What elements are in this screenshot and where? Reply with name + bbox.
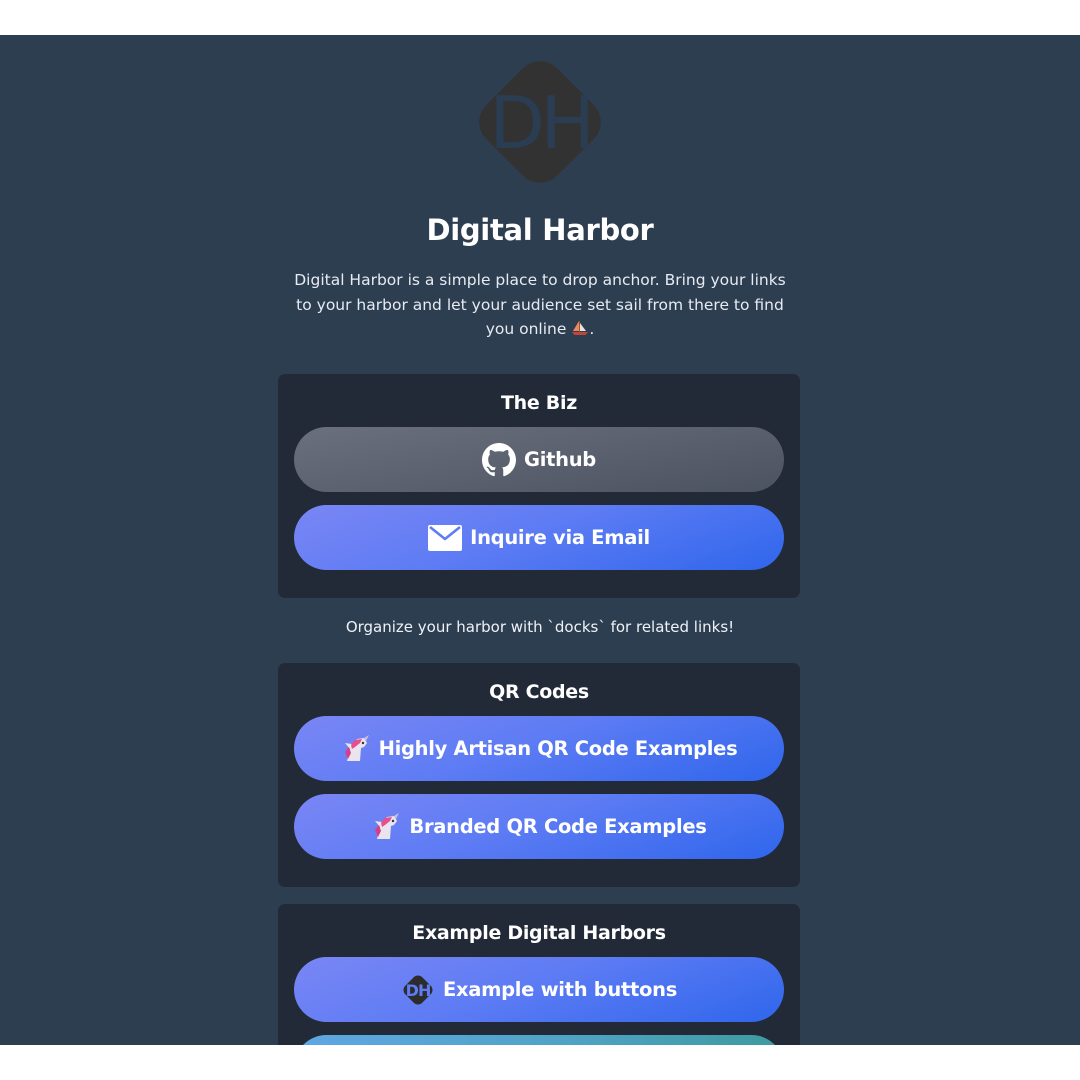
svg-text:DH: DH	[406, 981, 431, 1000]
description-text: Digital Harbor is a simple place to drop…	[294, 271, 786, 338]
page-description: Digital Harbor is a simple place to drop…	[290, 268, 790, 342]
digital-harbor-logo-icon: DH	[401, 973, 435, 1007]
artisan-qr-examples-button[interactable]: Highly Artisan QR Code Examples	[294, 716, 784, 781]
description-end: .	[589, 320, 595, 338]
dock-title: Example Digital Harbors	[412, 922, 666, 944]
inquire-email-button[interactable]: Inquire via Email	[294, 505, 784, 570]
unicorn-icon	[341, 734, 371, 763]
example-with-buttons-label: Example with buttons	[442, 978, 678, 1001]
branded-qr-examples-button[interactable]: Branded QR Code Examples	[294, 794, 784, 859]
sailboat-icon	[571, 319, 589, 335]
docks-hint-text: Organize your harbor with `docks` for re…	[345, 618, 735, 636]
envelope-icon	[428, 524, 463, 552]
svg-text:DH: DH	[489, 81, 591, 165]
inquire-email-label: Inquire via Email	[470, 526, 650, 549]
branded-qr-examples-label: Branded QR Code Examples	[409, 815, 707, 838]
unicorn-icon	[371, 812, 401, 841]
dock-title: The Biz	[501, 392, 577, 414]
digital-harbor-logo-icon: DH	[469, 51, 611, 193]
page-frame: DH Digital Harbor Digital Harbor is a si…	[0, 35, 1080, 1045]
dock-example-digital-harbors: Example Digital Harbors DH Example with …	[278, 904, 800, 1045]
github-icon	[482, 442, 517, 477]
artisan-qr-examples-label: Highly Artisan QR Code Examples	[378, 737, 738, 760]
page-title: Digital Harbor	[426, 213, 654, 247]
github-button[interactable]: Github	[294, 427, 784, 492]
partially-visible-link-button[interactable]	[294, 1035, 784, 1045]
github-button-label: Github	[524, 448, 596, 471]
dock-title: QR Codes	[489, 681, 589, 703]
example-with-buttons-button[interactable]: DH Example with buttons	[294, 957, 784, 1022]
dock-the-biz: The Biz Github Inquire via Email	[278, 374, 800, 598]
dock-qr-codes: QR Codes Highly Artisan QR Code Examples	[278, 663, 800, 887]
